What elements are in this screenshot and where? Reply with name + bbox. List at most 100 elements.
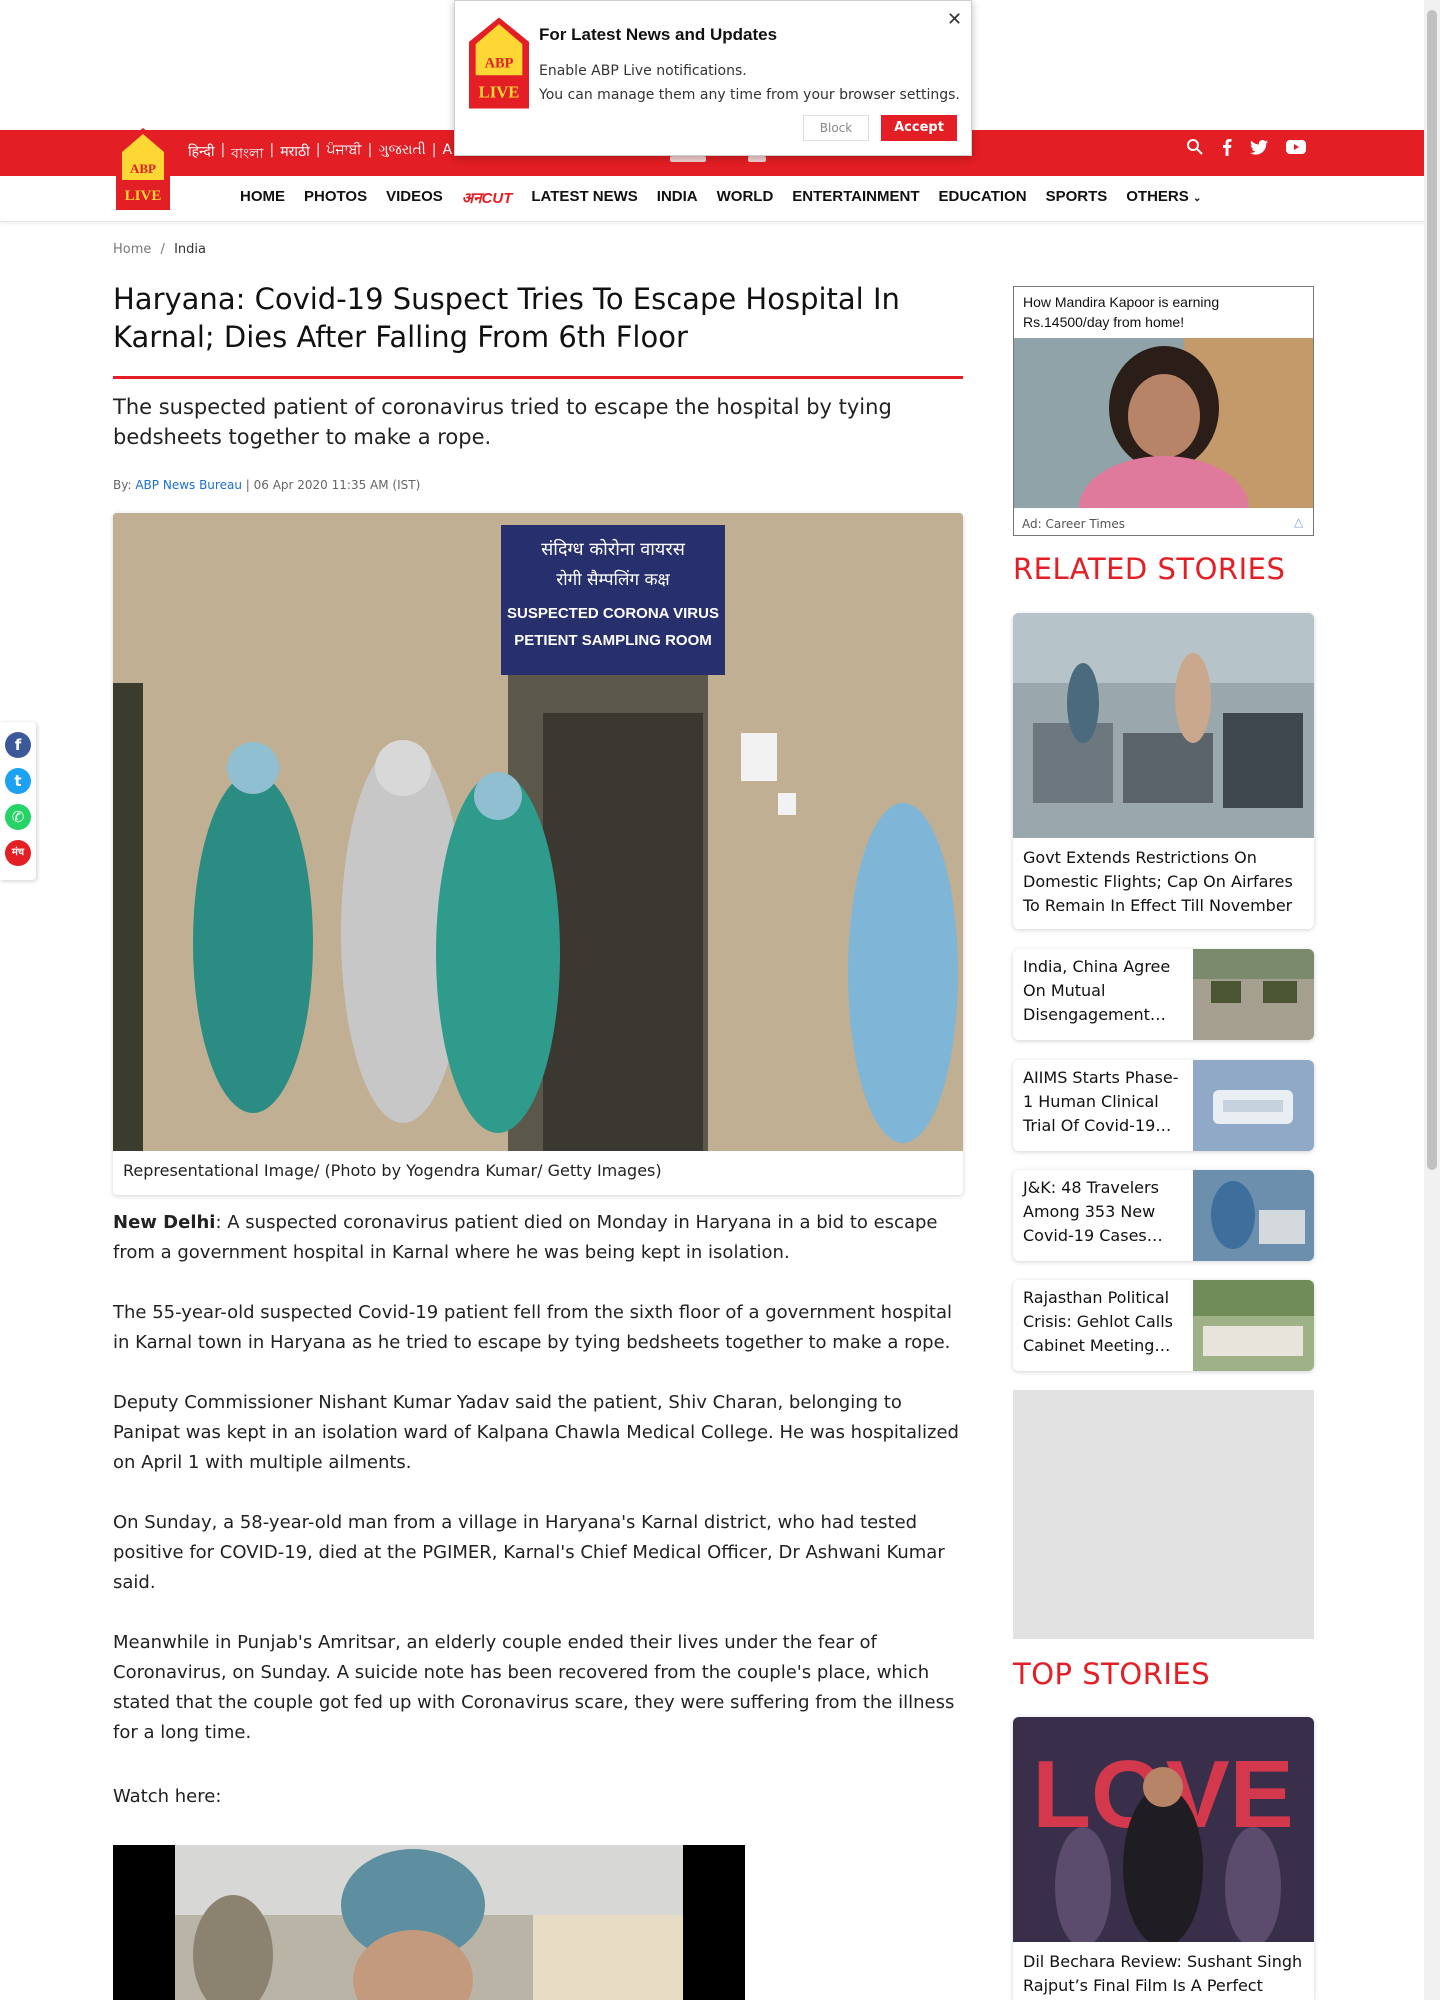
related-featured-card[interactable]: Govt Extends Restrictions On Domestic Fl… [1013, 613, 1314, 929]
related-story-image [1193, 1060, 1314, 1151]
image-caption: Representational Image/ (Photo by Yogend… [123, 1161, 662, 1180]
accept-button[interactable]: Accept [881, 115, 957, 141]
top-featured-card[interactable]: LOVE Dil Bechara Review: Sushant Singh R… [1013, 1717, 1314, 2000]
related-featured-image [1013, 613, 1314, 838]
breadcrumb-separator: / [160, 242, 165, 257]
ad-source: Ad: Career Times [1022, 517, 1126, 531]
nav-entertainment[interactable]: ENTERTAINMENT [792, 188, 919, 208]
article-paragraph-4: On Sunday, a 58-year-old man from a vill… [113, 1512, 945, 1593]
article-byline: By: ABP News Bureau | 06 Apr 2020 11:35 … [113, 478, 420, 492]
search-icon[interactable] [1186, 138, 1204, 156]
paragraph-1-text: : A suspected coronavirus patient died o… [113, 1212, 938, 1263]
lang-punjabi[interactable]: ਪੰਜਾਬੀ [326, 142, 361, 166]
related-story-image [1193, 1170, 1314, 1261]
headline-divider [113, 376, 963, 379]
nav-photos[interactable]: PHOTOS [304, 188, 367, 208]
popup-submessage: You can manage them any time from your b… [539, 87, 960, 103]
hero-image-card: संदिग्ध कोरोना वायरस रोगी सैम्पलिंग कक्ष… [113, 513, 963, 1195]
related-story-card[interactable]: AIIMS Starts Phase-1 Human Clinical Tria… [1013, 1060, 1314, 1151]
related-story-title[interactable]: AIIMS Starts Phase-1 Human Clinical Tria… [1023, 1066, 1183, 1138]
social-header-icons [1186, 138, 1306, 156]
scrollbar-thumb[interactable] [1427, 10, 1437, 1170]
breadcrumb-home[interactable]: Home [113, 242, 151, 257]
nav-latest-news[interactable]: LATEST NEWS [531, 188, 637, 208]
hero-sign-line4: PETIENT SAMPLING ROOM [514, 632, 712, 649]
sidebar-ad-placeholder [1013, 1390, 1314, 1639]
logo-abp-text: ABP [130, 161, 156, 176]
facebook-icon[interactable]: f [5, 732, 31, 758]
article-headline: Haryana: Covid-19 Suspect Tries To Escap… [113, 282, 900, 354]
lang-gujarati[interactable]: ગુજરાતી [378, 142, 425, 166]
breadcrumb-current[interactable]: India [174, 242, 206, 257]
lang-bangla[interactable]: বাংলা [231, 142, 263, 166]
breadcrumb: Home / India [113, 242, 206, 257]
lang-other[interactable]: A [442, 142, 452, 166]
nav-india[interactable]: INDIA [657, 188, 698, 208]
popup-logo-abp: ABP [485, 55, 514, 71]
hero-sign-line1: संदिग्ध कोरोना वायरस [541, 538, 686, 560]
bar-decoration [748, 156, 766, 162]
nav-education[interactable]: EDUCATION [939, 188, 1027, 208]
ad-image[interactable] [1014, 338, 1313, 508]
facebook-icon[interactable] [1222, 138, 1232, 156]
publish-date: | 06 Apr 2020 11:35 AM (IST) [245, 478, 421, 492]
article-summary: The suspected patient of coronavirus tri… [113, 395, 892, 449]
related-story-card[interactable]: J&K: 48 Travelers Among 353 New Covid-19… [1013, 1170, 1314, 1261]
block-button[interactable]: Block [803, 115, 869, 141]
close-icon[interactable]: ✕ [947, 9, 962, 30]
related-story-card[interactable]: Rajasthan Political Crisis: Gehlot Calls… [1013, 1280, 1314, 1371]
lang-hindi[interactable]: हिन्दी [188, 142, 214, 166]
related-story-image [1193, 1280, 1314, 1371]
share-rail: f t ✆ मंच [0, 722, 36, 880]
abp-live-logo[interactable]: ABP LIVE [116, 128, 170, 210]
article-paragraph-6: Watch here: [113, 1786, 222, 1807]
hero-image: संदिग्ध कोरोना वायरस रोगी सैम्पलिंग कक्ष… [113, 513, 963, 1151]
lang-marathi[interactable]: मराठी [280, 142, 309, 166]
hero-sign-line2: रोगी सैम्पलिंग कक्ष [556, 569, 670, 590]
article-paragraph-2: The 55-year-old suspected Covid-19 patie… [113, 1302, 952, 1353]
article-paragraph-3: Deputy Commissioner Nishant Kumar Yadav … [113, 1392, 959, 1473]
language-links: हिन्दी | বাংলা | मराठी | ਪੰਜਾਬੀ | ગુજરાતી | A [188, 142, 452, 166]
top-stories-heading: TOP STORIES [1013, 1657, 1211, 1691]
whatsapp-icon[interactable]: ✆ [5, 804, 31, 830]
related-story-image [1193, 949, 1314, 1040]
ad-title[interactable]: How Mandira Kapoor is earning Rs.14500/d… [1023, 292, 1303, 332]
hero-sign-line3: SUSPECTED CORONA VIRUS [507, 605, 719, 622]
author-link[interactable]: ABP News Bureau [135, 478, 242, 492]
popup-logo: ABP LIVE [469, 17, 529, 109]
related-featured-title[interactable]: Govt Extends Restrictions On Domestic Fl… [1013, 838, 1314, 928]
manch-icon[interactable]: मंच [5, 840, 31, 866]
related-story-title[interactable]: Rajasthan Political Crisis: Gehlot Calls… [1023, 1286, 1183, 1358]
twitter-icon[interactable] [1250, 139, 1268, 155]
nav-uncut[interactable]: अनCUT [462, 188, 513, 208]
youtube-icon[interactable] [1286, 140, 1306, 154]
related-story-card[interactable]: India, China Agree On Mutual Disengageme… [1013, 949, 1314, 1040]
nav-others[interactable]: OTHERS ⌄ [1126, 188, 1201, 208]
byline-prefix: By: [113, 478, 132, 492]
chevron-down-icon: ⌄ [1192, 193, 1202, 204]
primary-nav: HOME PHOTOS VIDEOS अनCUT LATEST NEWS IND… [240, 188, 1201, 208]
notification-popup: ABP LIVE For Latest News and Updates Ena… [454, 0, 972, 156]
nav-world[interactable]: WORLD [717, 188, 774, 208]
dateline: New Delhi [113, 1212, 216, 1233]
nav-sports[interactable]: SPORTS [1046, 188, 1108, 208]
twitter-icon[interactable]: t [5, 768, 31, 794]
nav-videos[interactable]: VIDEOS [386, 188, 443, 208]
popup-logo-live: LIVE [479, 82, 520, 101]
logo-live-text: LIVE [125, 188, 162, 204]
article-paragraph-1: New Delhi: A suspected coronavirus patie… [113, 1208, 968, 1268]
related-story-title[interactable]: India, China Agree On Mutual Disengageme… [1023, 955, 1183, 1027]
related-story-title[interactable]: J&K: 48 Travelers Among 353 New Covid-19… [1023, 1176, 1183, 1248]
related-stories-heading: RELATED STORIES [1013, 552, 1286, 586]
top-featured-title[interactable]: Dil Bechara Review: Sushant Singh Rajput… [1013, 1942, 1314, 2000]
article-paragraph-5: Meanwhile in Punjab's Amritsar, an elder… [113, 1632, 955, 1743]
nav-others-label: OTHERS [1126, 188, 1189, 205]
sidebar-ad[interactable]: How Mandira Kapoor is earning Rs.14500/d… [1013, 286, 1314, 536]
popup-title: For Latest News and Updates [539, 25, 778, 44]
nav-home[interactable]: HOME [240, 188, 285, 208]
video-thumbnail [113, 1845, 745, 2000]
ad-choices-icon[interactable]: △ [1294, 515, 1303, 529]
top-featured-image: LOVE [1013, 1717, 1314, 1942]
popup-message: Enable ABP Live notifications. [539, 63, 747, 79]
embedded-video[interactable] [113, 1845, 745, 2000]
